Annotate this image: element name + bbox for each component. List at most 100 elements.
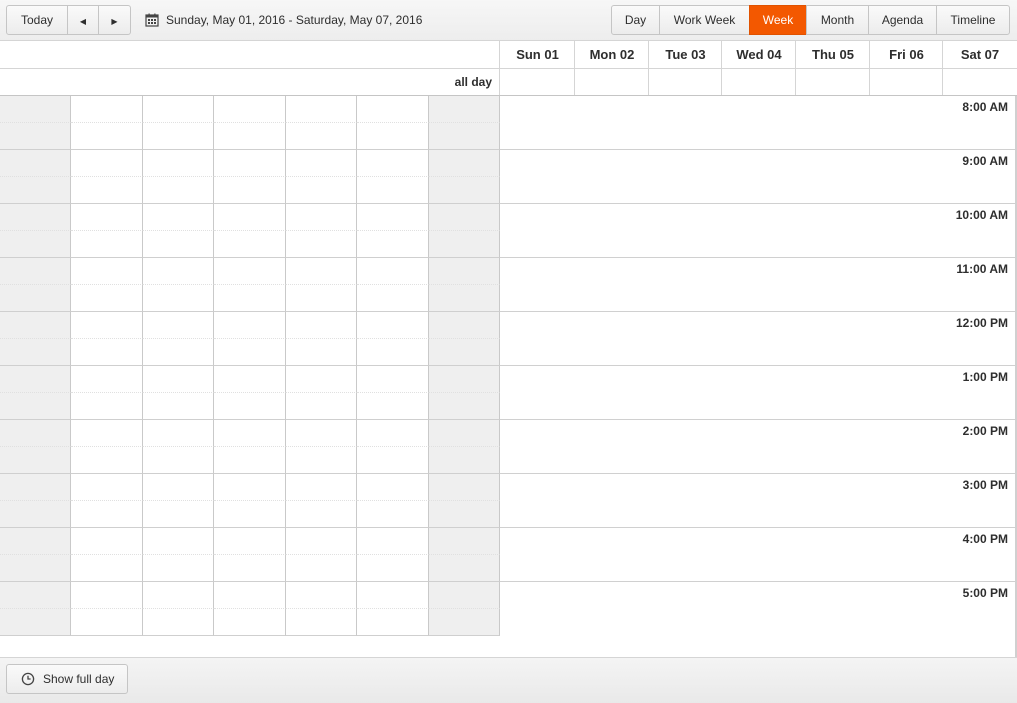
time-slot-cell[interactable] bbox=[429, 366, 500, 393]
time-slot-cell[interactable] bbox=[286, 231, 357, 258]
time-slot-cell[interactable] bbox=[286, 285, 357, 312]
time-slot-cell[interactable] bbox=[429, 555, 500, 582]
time-slot-cell[interactable] bbox=[429, 474, 500, 501]
time-slot-cell[interactable] bbox=[429, 582, 500, 609]
time-slot-cell[interactable] bbox=[71, 609, 143, 636]
time-slot-cell[interactable] bbox=[214, 582, 286, 609]
time-slot-cell[interactable] bbox=[71, 96, 143, 123]
time-slot-cell[interactable] bbox=[357, 96, 429, 123]
time-slot-cell[interactable] bbox=[357, 123, 429, 150]
time-slot-cell[interactable] bbox=[143, 501, 214, 528]
all-day-cell[interactable] bbox=[942, 69, 1017, 95]
all-day-cell[interactable] bbox=[574, 69, 649, 95]
time-slot-cell[interactable] bbox=[0, 150, 71, 177]
time-slot-cell[interactable] bbox=[71, 339, 143, 366]
time-slot-cell[interactable] bbox=[286, 528, 357, 555]
time-slot-cell[interactable] bbox=[143, 123, 214, 150]
time-slot-cell[interactable] bbox=[71, 366, 143, 393]
time-slot-cell[interactable] bbox=[214, 420, 286, 447]
time-slot-cell[interactable] bbox=[357, 258, 429, 285]
time-slot-cell[interactable] bbox=[143, 609, 214, 636]
time-slot-cell[interactable] bbox=[429, 231, 500, 258]
time-slot-cell[interactable] bbox=[214, 555, 286, 582]
day-header[interactable]: Wed 04 bbox=[721, 41, 796, 68]
time-slot-cell[interactable] bbox=[214, 96, 286, 123]
time-slot-cell[interactable] bbox=[0, 177, 71, 204]
time-slot-cell[interactable] bbox=[71, 123, 143, 150]
time-slot-cell[interactable] bbox=[0, 420, 71, 447]
time-slot-cell[interactable] bbox=[357, 204, 429, 231]
time-slot-cell[interactable] bbox=[357, 501, 429, 528]
time-slot-cell[interactable] bbox=[143, 258, 214, 285]
view-month-button[interactable]: Month bbox=[806, 5, 869, 35]
time-slot-cell[interactable] bbox=[143, 447, 214, 474]
time-slot-cell[interactable] bbox=[71, 474, 143, 501]
time-slot-cell[interactable] bbox=[71, 285, 143, 312]
time-slot-cell[interactable] bbox=[71, 582, 143, 609]
time-slot-cell[interactable] bbox=[214, 501, 286, 528]
time-slot-cell[interactable] bbox=[214, 123, 286, 150]
view-week-button[interactable]: Week bbox=[749, 5, 807, 35]
time-slot-cell[interactable] bbox=[429, 609, 500, 636]
time-slot-cell[interactable] bbox=[286, 393, 357, 420]
time-slot-cell[interactable] bbox=[143, 231, 214, 258]
time-slot-cell[interactable] bbox=[214, 204, 286, 231]
time-slot-cell[interactable] bbox=[286, 177, 357, 204]
time-slot-cell[interactable] bbox=[286, 555, 357, 582]
time-slot-cell[interactable] bbox=[286, 339, 357, 366]
time-slot-cell[interactable] bbox=[143, 312, 214, 339]
time-slot-cell[interactable] bbox=[286, 474, 357, 501]
time-slot-cell[interactable] bbox=[0, 474, 71, 501]
day-header[interactable]: Fri 06 bbox=[869, 41, 943, 68]
time-slot-cell[interactable] bbox=[143, 339, 214, 366]
time-slot-cell[interactable] bbox=[214, 285, 286, 312]
time-slot-cell[interactable] bbox=[143, 582, 214, 609]
time-slot-cell[interactable] bbox=[429, 285, 500, 312]
time-slot-cell[interactable] bbox=[286, 312, 357, 339]
time-slot-cell[interactable] bbox=[71, 231, 143, 258]
time-slot-cell[interactable] bbox=[429, 420, 500, 447]
time-slot-cell[interactable] bbox=[357, 231, 429, 258]
time-slot-cell[interactable] bbox=[429, 96, 500, 123]
time-slot-cell[interactable] bbox=[357, 393, 429, 420]
time-slot-cell[interactable] bbox=[214, 258, 286, 285]
time-slot-cell[interactable] bbox=[357, 312, 429, 339]
time-slot-cell[interactable] bbox=[286, 96, 357, 123]
time-slot-cell[interactable] bbox=[0, 555, 71, 582]
time-slot-cell[interactable] bbox=[357, 420, 429, 447]
time-slot-cell[interactable] bbox=[357, 582, 429, 609]
time-slot-cell[interactable] bbox=[0, 258, 71, 285]
time-slot-cell[interactable] bbox=[143, 366, 214, 393]
time-slot-cell[interactable] bbox=[0, 204, 71, 231]
time-slot-cell[interactable] bbox=[143, 555, 214, 582]
view-work-week-button[interactable]: Work Week bbox=[659, 5, 750, 35]
time-slot-cell[interactable] bbox=[0, 501, 71, 528]
time-slot-cell[interactable] bbox=[214, 339, 286, 366]
view-agenda-button[interactable]: Agenda bbox=[868, 5, 937, 35]
time-slot-cell[interactable] bbox=[357, 609, 429, 636]
time-slot-cell[interactable] bbox=[71, 312, 143, 339]
time-slot-cell[interactable] bbox=[214, 177, 286, 204]
time-slot-cell[interactable] bbox=[429, 339, 500, 366]
time-slot-cell[interactable] bbox=[286, 366, 357, 393]
time-slot-cell[interactable] bbox=[429, 528, 500, 555]
time-slot-cell[interactable] bbox=[143, 285, 214, 312]
time-slot-cell[interactable] bbox=[143, 150, 214, 177]
time-slot-cell[interactable] bbox=[0, 447, 71, 474]
time-slot-cell[interactable] bbox=[357, 339, 429, 366]
time-slot-cell[interactable] bbox=[357, 285, 429, 312]
time-slot-cell[interactable] bbox=[143, 96, 214, 123]
time-slot-cell[interactable] bbox=[0, 96, 71, 123]
time-slot-cell[interactable] bbox=[286, 258, 357, 285]
all-day-cell[interactable] bbox=[795, 69, 870, 95]
time-slot-cell[interactable] bbox=[357, 474, 429, 501]
time-slot-cell[interactable] bbox=[0, 393, 71, 420]
day-header[interactable]: Thu 05 bbox=[795, 41, 870, 68]
time-slot-cell[interactable] bbox=[214, 528, 286, 555]
time-slot-cell[interactable] bbox=[0, 609, 71, 636]
time-slot-cell[interactable] bbox=[429, 123, 500, 150]
time-slot-cell[interactable] bbox=[286, 501, 357, 528]
next-button[interactable]: ▶ bbox=[98, 5, 131, 35]
time-slot-cell[interactable] bbox=[143, 474, 214, 501]
time-slot-cell[interactable] bbox=[214, 393, 286, 420]
